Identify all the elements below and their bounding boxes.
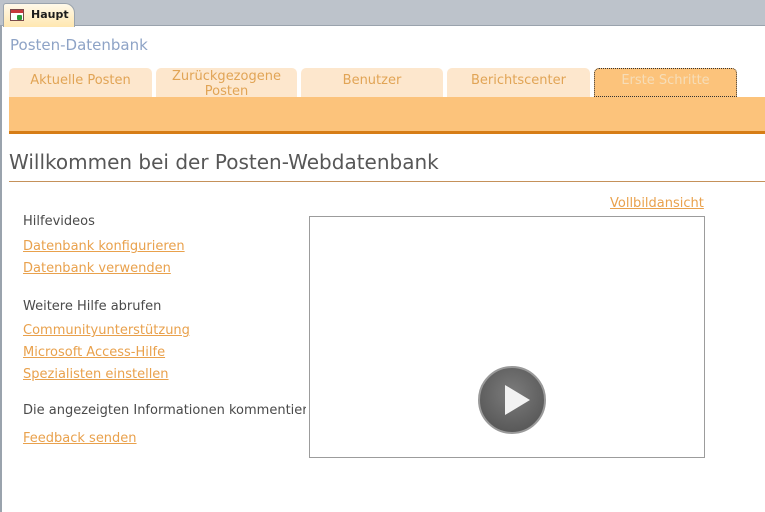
help-videos-label: Hilfevideos bbox=[23, 214, 95, 229]
frame-border bbox=[0, 26, 2, 512]
link-feedback-senden[interactable]: Feedback senden bbox=[23, 431, 137, 446]
play-button[interactable] bbox=[478, 366, 546, 434]
play-icon bbox=[505, 385, 530, 415]
tab-berichtscenter[interactable]: Berichtscenter bbox=[447, 68, 590, 97]
tab-benutzer[interactable]: Benutzer bbox=[301, 68, 443, 97]
tab-zurueckgezogene-posten[interactable]: Zurückgezogene Posten bbox=[156, 68, 297, 97]
link-spezialisten-einstellen[interactable]: Spezialisten einstellen bbox=[23, 367, 169, 382]
document-tab-strip: Haupt bbox=[0, 0, 765, 27]
link-datenbank-konfigurieren[interactable]: Datenbank konfigurieren bbox=[23, 239, 185, 254]
document-tab-haupt[interactable]: Haupt bbox=[3, 3, 75, 27]
tab-aktuelle-posten[interactable]: Aktuelle Posten bbox=[9, 68, 152, 97]
document-tab-label: Haupt bbox=[31, 8, 69, 21]
fullscreen-link[interactable]: Vollbildansicht bbox=[610, 196, 704, 211]
link-microsoft-access-hilfe[interactable]: Microsoft Access-Hilfe bbox=[23, 345, 165, 360]
video-player[interactable] bbox=[309, 216, 705, 458]
form-icon bbox=[10, 9, 24, 21]
subtab-band bbox=[9, 97, 765, 131]
more-help-label: Weitere Hilfe abrufen bbox=[23, 299, 162, 314]
heading-divider bbox=[9, 181, 765, 182]
link-communityunterstuetzung[interactable]: Communityunterstützung bbox=[23, 323, 190, 338]
database-title: Posten-Datenbank bbox=[10, 36, 148, 54]
link-datenbank-verwenden[interactable]: Datenbank verwenden bbox=[23, 261, 171, 276]
tab-erste-schritte[interactable]: Erste Schritte bbox=[594, 68, 737, 97]
feedback-label: Die angezeigten Informationen kommentier… bbox=[23, 403, 306, 418]
page-heading: Willkommen bei der Posten-Webdatenbank bbox=[9, 150, 439, 174]
band-divider bbox=[9, 131, 765, 134]
